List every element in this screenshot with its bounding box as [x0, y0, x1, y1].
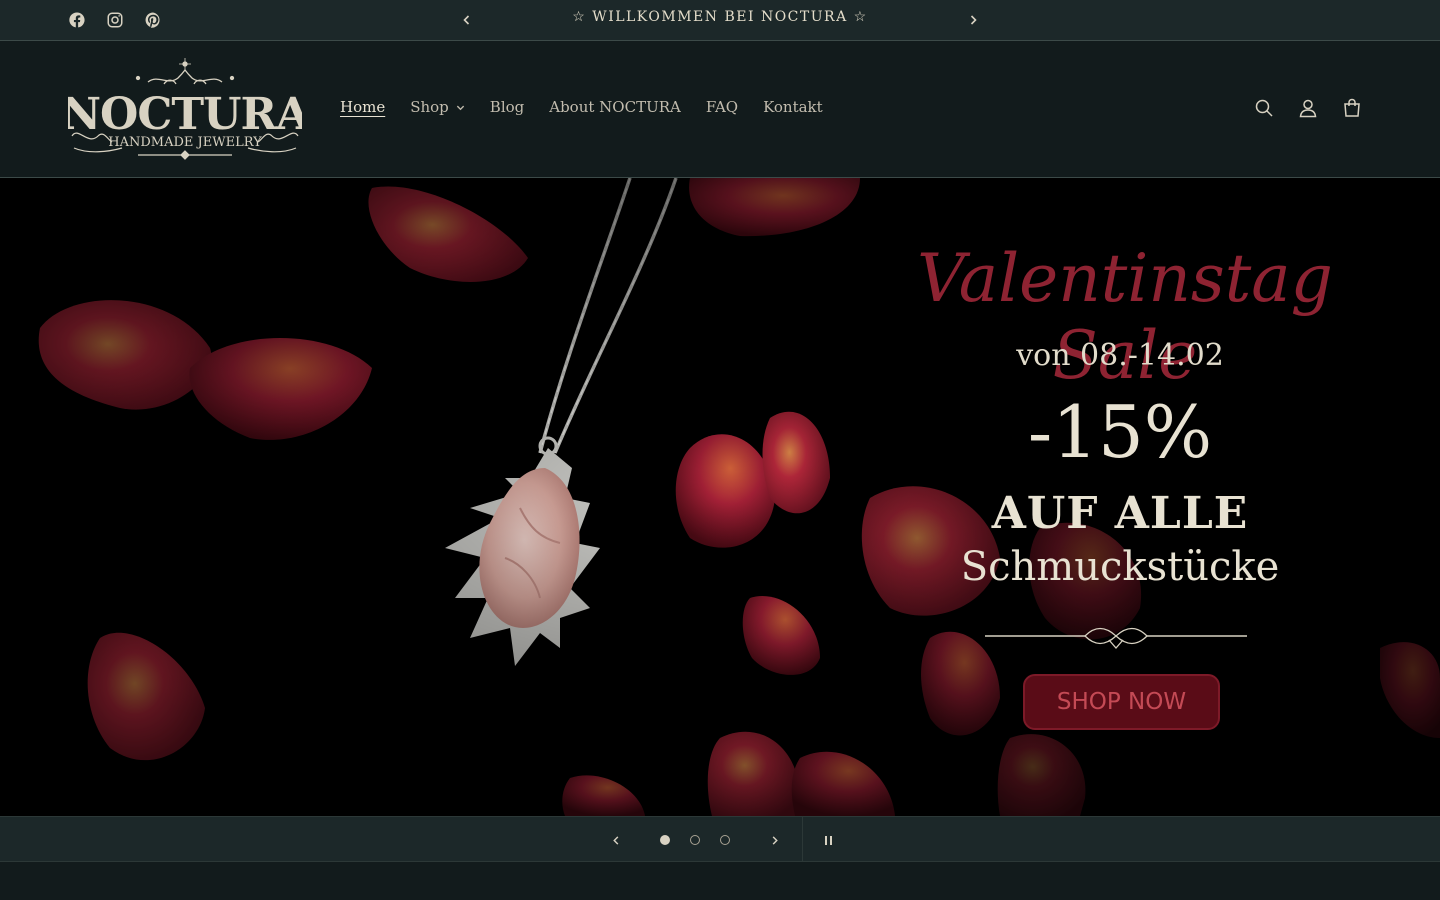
announcement-prev-button[interactable]: [457, 10, 477, 30]
nav-item-kontakt[interactable]: Kontakt: [763, 98, 823, 116]
pause-icon: [824, 835, 827, 845]
slide-dot-2[interactable]: [690, 835, 700, 845]
chevron-left-icon: [463, 15, 470, 25]
chevron-down-icon: [456, 105, 464, 110]
slide-dot-3[interactable]: [720, 835, 730, 845]
hero-discount: -15%: [1027, 390, 1213, 474]
chevron-left-icon: [612, 835, 618, 845]
account-icon[interactable]: [1296, 96, 1320, 120]
logo-brand: NOCTURA: [68, 89, 302, 140]
chevron-right-icon: [772, 835, 778, 845]
logo[interactable]: NOCTURA HANDMADE JEWELRY: [61, 56, 312, 164]
main-nav: Home Shop Blog About NOCTURA FAQ Kontakt: [340, 98, 848, 116]
hero-line-schmuckstuecke: Schmuckstücke: [960, 544, 1280, 590]
nav-item-home[interactable]: Home: [340, 98, 385, 116]
slideshow-controls: [0, 816, 1440, 863]
nav-item-shop-label: Shop: [410, 98, 449, 116]
slide-dot-1[interactable]: [660, 835, 670, 845]
chevron-right-icon: [970, 15, 977, 25]
page-content-below: [0, 862, 1440, 900]
controls-divider: [802, 817, 803, 863]
nav-item-about[interactable]: About NOCTURA: [549, 98, 681, 116]
nav-item-faq[interactable]: FAQ: [706, 98, 738, 116]
hero-line-auf-alle: AUF ALLE: [991, 488, 1249, 539]
hero-dates: von 08.-14.02: [1016, 338, 1224, 373]
nav-item-blog[interactable]: Blog: [490, 98, 524, 116]
logo-ornament-top: [135, 58, 235, 85]
announcement-next-button[interactable]: [963, 10, 983, 30]
cart-icon[interactable]: [1340, 96, 1364, 120]
slide-next-button[interactable]: [764, 830, 784, 850]
shop-now-button[interactable]: SHOP NOW: [1023, 674, 1220, 730]
facebook-icon[interactable]: [67, 10, 87, 30]
ornamental-divider: [985, 627, 1247, 649]
nav-item-shop[interactable]: Shop: [410, 98, 465, 116]
logo-tagline: HANDMADE JEWELRY: [108, 135, 262, 150]
pinterest-icon[interactable]: [143, 10, 163, 30]
site-header: NOCTURA HANDMADE JEWELRY Home Shop Blog …: [0, 41, 1440, 178]
slide-prev-button[interactable]: [606, 830, 626, 850]
announcement-text: ☆ WILLKOMMEN BEI NOCTURA ☆: [572, 9, 868, 25]
instagram-icon[interactable]: [105, 10, 125, 30]
announcement-bar: ☆ WILLKOMMEN BEI NOCTURA ☆: [0, 0, 1440, 41]
search-icon[interactable]: [1252, 96, 1276, 120]
pause-button[interactable]: [818, 830, 838, 850]
hero-banner[interactable]: Valentinstag Sale von 08.-14.02 -15% AUF…: [0, 178, 1440, 816]
